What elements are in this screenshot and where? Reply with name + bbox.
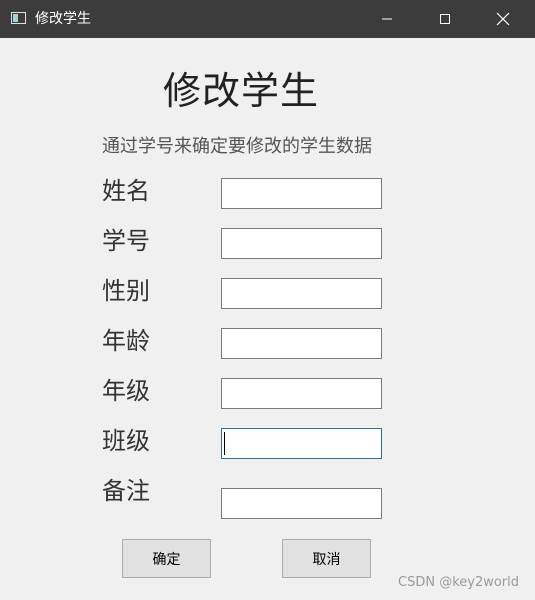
name-label: 姓名 <box>102 177 150 205</box>
class-label: 班级 <box>102 427 150 455</box>
remark-label: 备注 <box>102 477 150 505</box>
gender-input[interactable] <box>221 278 382 309</box>
confirm-button[interactable]: 确定 <box>122 539 211 578</box>
student-id-input[interactable] <box>221 228 382 259</box>
form-title: 修改学生 <box>163 69 320 113</box>
window-title: 修改学生 <box>35 11 91 27</box>
class-input[interactable] <box>221 428 382 459</box>
close-button[interactable] <box>474 0 532 38</box>
close-icon <box>496 12 510 26</box>
form-subtitle: 通过学号来确定要修改的学生数据 <box>102 136 372 157</box>
grade-input[interactable] <box>221 378 382 409</box>
name-input[interactable] <box>221 178 382 209</box>
cancel-button[interactable]: 取消 <box>282 539 371 578</box>
maximize-icon <box>440 14 450 24</box>
text-caret <box>224 432 225 455</box>
maximize-button[interactable] <box>416 0 474 38</box>
title-bar[interactable]: 修改学生 <box>0 0 535 38</box>
app-window-icon <box>11 12 26 24</box>
watermark: CSDN @key2world <box>398 575 520 590</box>
minimize-button[interactable] <box>358 0 416 38</box>
minimize-icon <box>382 18 392 20</box>
grade-label: 年级 <box>102 377 150 405</box>
student-id-label: 学号 <box>102 227 150 255</box>
age-input[interactable] <box>221 328 382 359</box>
gender-label: 性别 <box>102 277 150 305</box>
age-label: 年龄 <box>102 327 150 355</box>
remark-input[interactable] <box>221 488 382 519</box>
